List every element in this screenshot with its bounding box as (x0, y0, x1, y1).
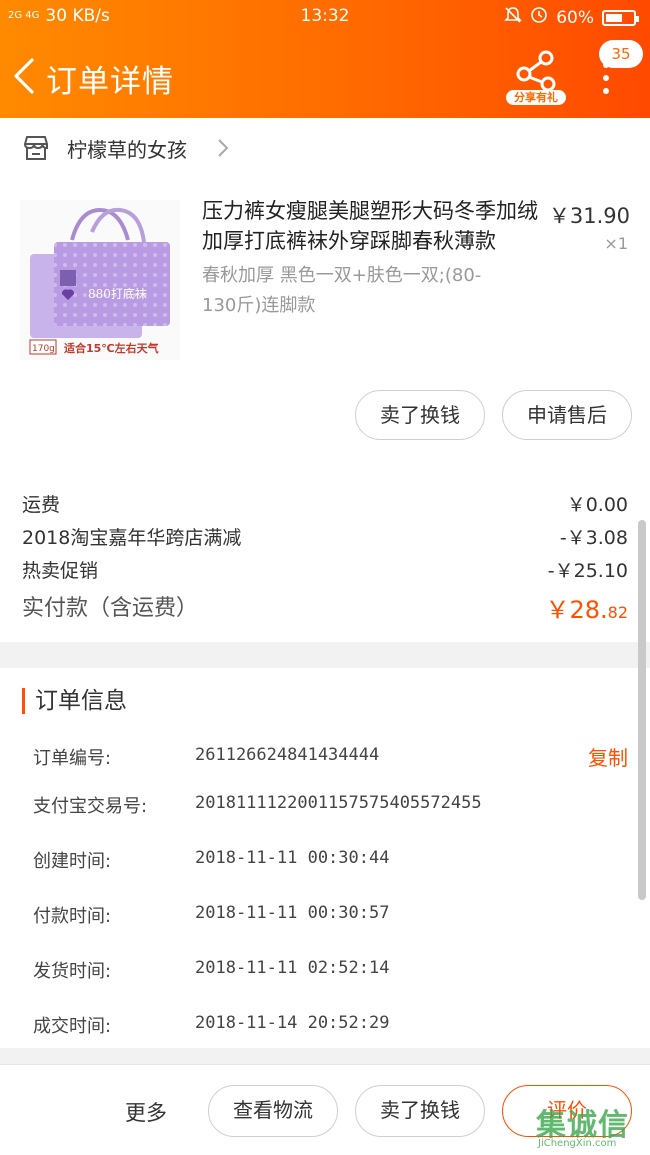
share-label: 分享有礼 (506, 90, 566, 105)
watermark-url: JiChengXin.com (538, 1138, 617, 1149)
product-quantity: ×1 (604, 234, 628, 253)
info-label: 订单编号: (33, 748, 112, 769)
sell-for-cash-bottom-button[interactable]: 卖了换钱 (355, 1085, 485, 1137)
info-label: 发货时间: (33, 961, 112, 982)
status-bar: 2G 4G 30 KB/s 13:32 60% (0, 0, 650, 32)
message-count-badge[interactable]: 35 (599, 40, 643, 68)
chevron-right-icon (216, 138, 230, 158)
info-label: 支付宝交易号: (33, 796, 148, 817)
app-header: 2G 4G 30 KB/s 13:32 60% 订单详情 分享有礼 35 (0, 0, 650, 118)
product-title[interactable]: 压力裤女瘦腿美腿塑形大码冬季加绒加厚打底裤袜外穿踩脚春秋薄款 (202, 196, 540, 256)
fee-row-shipping: 运费 ￥0.00 (22, 490, 628, 517)
battery-percent: 60% (556, 7, 594, 28)
order-info-card: 订单信息 订单编号: 261126624841434444 复制 支付宝交易号:… (0, 668, 650, 1048)
shipped-time: 2018-11-11 02:52:14 (195, 958, 390, 978)
total-paid-main: ￥28. (545, 596, 608, 624)
dot-icon (603, 88, 609, 94)
back-arrow-icon[interactable] (10, 56, 40, 96)
product-sku: 春秋加厚 黑色一双+肤色一双;(80-130斤)连脚款 (202, 265, 482, 316)
fee-label: 热卖促销 (22, 560, 99, 582)
shop-row[interactable]: 柠檬草的女孩 (0, 118, 650, 178)
fee-row-discount: 2018淘宝嘉年华跨店满减 -￥3.08 (22, 523, 628, 550)
order-number: 261126624841434444 (195, 745, 380, 765)
share-button[interactable]: 分享有礼 (506, 50, 566, 106)
completed-time: 2018-11-14 20:52:29 (195, 1013, 390, 1033)
page-title: 订单详情 (46, 64, 174, 100)
battery-icon (602, 9, 639, 26)
copy-button[interactable]: 复制 (588, 742, 628, 771)
product-image-caption: 适合15℃左右天气 (64, 341, 159, 355)
shop-name: 柠檬草的女孩 (67, 138, 187, 162)
battery-fill (606, 13, 622, 22)
fee-value: ￥0.00 (566, 494, 628, 516)
total-paid-row: 实付款（含运费） ￥28.82 (22, 590, 628, 625)
order-card: 柠檬草的女孩 880打底袜 170g 适合15℃左右天气 压力裤女瘦腿美腿塑形大… (0, 118, 650, 642)
total-paid-label: 实付款（含运费） (22, 596, 199, 621)
fee-value: -￥25.10 (547, 560, 628, 582)
created-time: 2018-11-11 00:30:44 (195, 848, 390, 868)
product-image-brand: 880打底袜 (88, 286, 147, 301)
view-logistics-button[interactable]: 查看物流 (208, 1085, 338, 1137)
dot-icon (603, 75, 609, 81)
info-label: 创建时间: (33, 851, 112, 872)
order-info-title: 订单信息 (22, 688, 127, 714)
watermark-logo: 集诚信 JiChengXin.com (536, 1100, 646, 1152)
sell-for-cash-button[interactable]: 卖了换钱 (355, 390, 485, 440)
more-button[interactable]: 更多 (125, 1097, 167, 1127)
fee-label: 2018淘宝嘉年华跨店满减 (22, 527, 242, 549)
total-paid-value: ￥28.82 (545, 590, 628, 625)
info-label: 成交时间: (33, 1016, 112, 1037)
product-price: ￥31.90 (548, 204, 630, 228)
alipay-trade-number: 2018111122001157575405572455 (195, 793, 482, 813)
fee-label: 运费 (22, 494, 61, 516)
scrollbar[interactable] (638, 520, 646, 900)
alarm-icon (530, 6, 548, 29)
product-image-weight: 170g (32, 344, 55, 354)
mute-icon (504, 6, 523, 29)
info-label: 付款时间: (33, 906, 112, 927)
after-sale-button[interactable]: 申请售后 (502, 390, 632, 440)
product-item[interactable]: 880打底袜 170g 适合15℃左右天气 压力裤女瘦腿美腿塑形大码冬季加绒加厚… (0, 178, 650, 368)
fee-value: -￥3.08 (559, 527, 628, 549)
product-image[interactable]: 880打底袜 170g 适合15℃左右天气 (20, 200, 180, 360)
total-paid-cents: 82 (607, 603, 628, 622)
fee-row-promotion: 热卖促销 -￥25.10 (22, 556, 628, 583)
nav-bar: 订单详情 分享有礼 (0, 42, 650, 112)
paid-time: 2018-11-11 00:30:57 (195, 903, 390, 923)
shop-icon (22, 135, 50, 161)
share-icon (516, 50, 556, 92)
